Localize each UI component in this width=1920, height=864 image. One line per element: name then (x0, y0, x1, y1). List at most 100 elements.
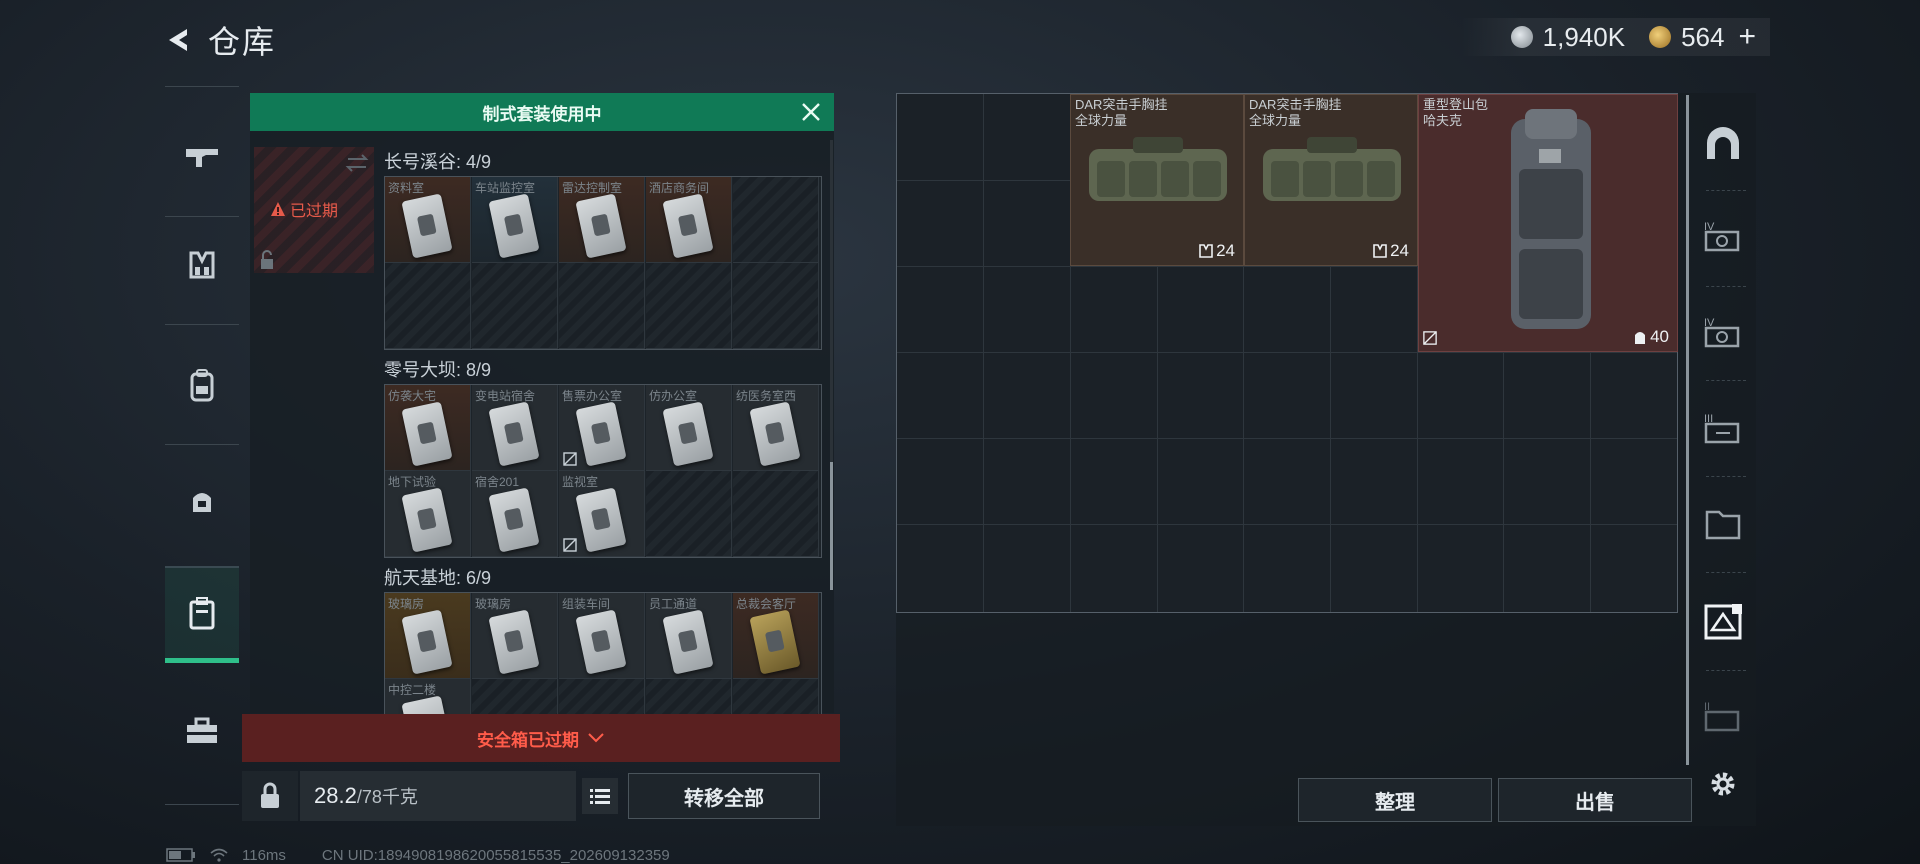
swap-arrows-icon (345, 154, 369, 172)
stash-item-chest-rig-2[interactable]: DAR突击手胸挂 全球力量 24 (1244, 94, 1418, 266)
keycard-iv-2-icon: IV (1704, 317, 1740, 348)
keycard-slot[interactable]: 资料室 (385, 177, 471, 263)
keycard-slot[interactable]: 仿办公室 (646, 385, 732, 471)
empty-keycard-slot (472, 679, 558, 715)
ping-value: 116ms (242, 846, 286, 864)
stash-item-heavy-backpack[interactable]: 重型登山包 哈夫克 40 (1418, 94, 1678, 352)
tab-keycard-iv-2[interactable]: IV (1696, 292, 1750, 372)
keycard-image (575, 401, 627, 467)
keycard-slot[interactable]: 玻璃房 (472, 593, 558, 679)
add-currency-button[interactable]: + (1738, 22, 1756, 52)
keycard-slot[interactable]: 纺医务室西 (733, 385, 819, 471)
keycard-slot[interactable]: 组装车间 (559, 593, 645, 679)
item-name: DAR突击手胸挂 全球力量 (1249, 97, 1341, 129)
gold-triangle-icon (1649, 26, 1672, 48)
settings-gear-icon (1711, 772, 1735, 796)
vest-icon (189, 251, 215, 279)
keycard-room-label: 资料室 (388, 181, 425, 195)
keycard-room-label: 酒店商务间 (649, 181, 710, 195)
case-lock (258, 250, 276, 275)
rail-item-toolbox[interactable] (165, 686, 239, 776)
lock-button[interactable] (242, 771, 298, 821)
weight-readout: 28.2 /78千克 (300, 771, 576, 821)
page-title: 仓库 (208, 24, 277, 60)
keycard-slot[interactable]: 仿袭大宅 (385, 385, 471, 471)
section-title-valley: 长号溪谷: 4/9 (384, 152, 492, 172)
backpack-icon (190, 369, 214, 402)
keycard-slot[interactable]: 车站监控室 (472, 177, 558, 263)
header: 仓库 (160, 14, 276, 66)
keycard-image (401, 401, 453, 467)
folder-icon (1705, 510, 1741, 540)
tab-stash-grid[interactable] (1696, 582, 1750, 662)
empty-keycard-slot (559, 679, 645, 715)
list-view-button[interactable] (582, 778, 618, 814)
keycard-slot[interactable]: 雷达控制室 (559, 177, 645, 263)
tidy-button[interactable]: 整理 (1298, 778, 1492, 822)
keycard-slot[interactable]: 玻璃房 (385, 593, 471, 679)
keycard-slot[interactable]: 监视室 (559, 471, 645, 557)
case-scroll-thumb[interactable] (830, 462, 833, 590)
keycard-slot[interactable]: 变电站宿舍 (472, 385, 558, 471)
stash-item-chest-rig-1[interactable]: DAR突击手胸挂 全球力量 24 (1070, 94, 1244, 266)
rail-item-safe-case[interactable] (165, 566, 239, 663)
keycard-slot[interactable]: 总裁会客厅 (733, 593, 819, 679)
keycard-room-label: 总裁会客厅 (736, 597, 797, 611)
back-arrow-icon (169, 29, 187, 51)
item-name-line2: 全球力量 (1249, 113, 1302, 128)
item-name-line1: DAR突击手胸挂 (1075, 97, 1168, 112)
empty-keycard-slot (646, 679, 732, 715)
keycard-slot[interactable]: 地下试验 (385, 471, 471, 557)
item-name-line1: DAR突击手胸挂 (1249, 97, 1342, 112)
weight-current: 28.2 (314, 783, 357, 808)
rail-item-pouches[interactable] (165, 456, 239, 546)
capacity-bar: 28.2 /78千克 转移全部 (242, 768, 840, 824)
rail-item-vests[interactable] (165, 220, 239, 310)
tab-keycard-ii[interactable]: III (1696, 388, 1750, 468)
keycard-slot[interactable]: 宿舍201 (472, 471, 558, 557)
kit-close-button[interactable] (798, 99, 824, 125)
empty-keycard-slot (646, 263, 732, 349)
uid-text: CN UID:1894908198620055815535_2026091323… (321, 846, 670, 864)
keycard-ii-icon: III (1704, 413, 1740, 444)
item-capacity-value: 24 (1216, 241, 1235, 260)
tab-keycard-iv[interactable]: IV (1696, 196, 1750, 276)
keycard-slot[interactable]: 中控二楼 (385, 679, 471, 715)
section-title-dam: 零号大坝: 8/9 (384, 360, 492, 380)
svg-text:II: II (1704, 701, 1710, 713)
keycard-image (575, 609, 627, 675)
keycard-room-label: 地下试验 (388, 475, 437, 489)
category-rail (165, 86, 239, 806)
stash-grid-icon (1704, 604, 1742, 640)
warning-icon (271, 202, 285, 216)
case-expired-badge: 已过期 (270, 196, 360, 222)
keycard-image (401, 609, 453, 675)
settings-button[interactable] (1696, 744, 1750, 824)
tab-helmet[interactable] (1696, 104, 1750, 184)
back-button[interactable] (160, 22, 196, 58)
keycard-image (401, 193, 453, 259)
backpack-image (1511, 109, 1591, 329)
tab-folder[interactable] (1696, 484, 1750, 564)
rail-item-backpacks[interactable] (165, 340, 239, 430)
kit-title: 制式套装使用中 (482, 104, 602, 124)
keycard-slot[interactable]: 酒店商务间 (646, 177, 732, 263)
case-expired-bar[interactable]: 安全箱已过期 (242, 714, 840, 762)
empty-keycard-slot (646, 471, 732, 557)
keycard-image (575, 193, 627, 259)
empty-keycard-slot (733, 471, 819, 557)
transfer-all-button[interactable]: 转移全部 (628, 773, 820, 819)
keycard-room-label: 宿舍201 (475, 475, 520, 489)
swap-case-button[interactable] (344, 154, 370, 177)
toolbox-icon (187, 717, 217, 743)
sell-button[interactable]: 出售 (1498, 778, 1692, 822)
keycard-slot[interactable]: 售票办公室 (559, 385, 645, 471)
item-capacity-value: 24 (1390, 241, 1409, 260)
rail-item-weapons[interactable] (165, 112, 239, 202)
keycard-slot[interactable]: 员工通道 (646, 593, 732, 679)
item-name-line1: 重型登山包 (1423, 97, 1489, 112)
empty-keycard-slot (733, 177, 819, 263)
empty-keycard-slot (733, 679, 819, 715)
keycard-image (401, 487, 453, 553)
stash-scrollbar[interactable] (1686, 95, 1689, 765)
